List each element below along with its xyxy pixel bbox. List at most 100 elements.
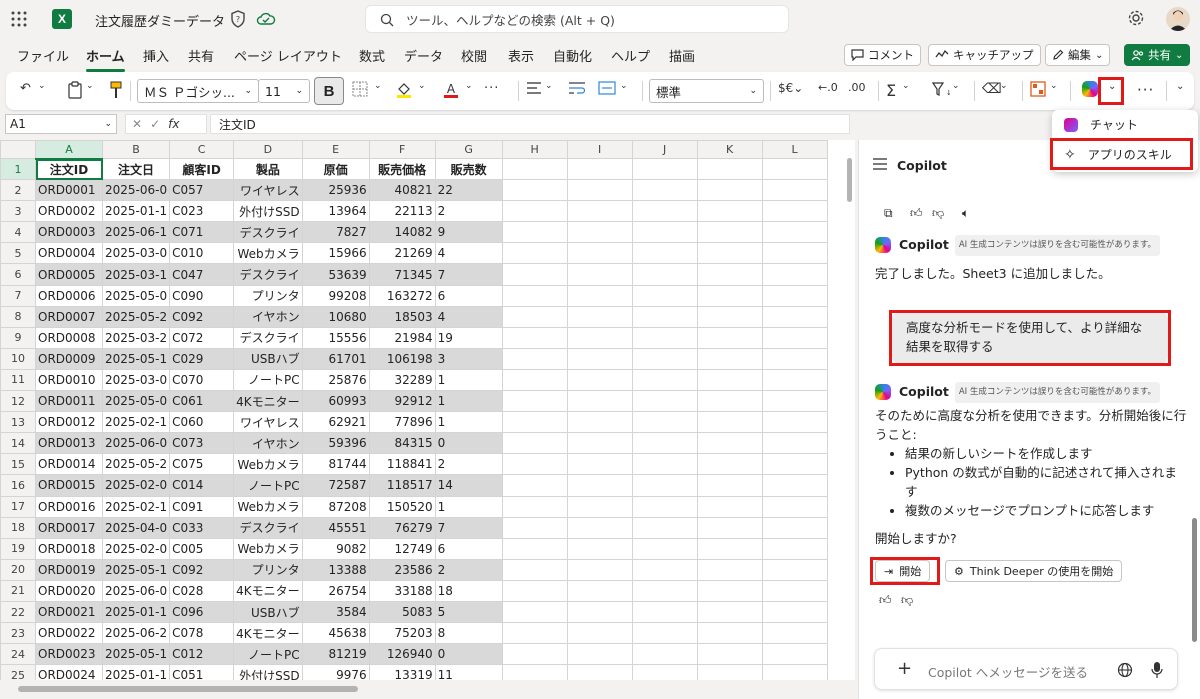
cell[interactable]: 15966 bbox=[301, 242, 370, 265]
cell[interactable] bbox=[501, 516, 568, 539]
cell[interactable]: USBハブ bbox=[233, 600, 303, 624]
cell[interactable] bbox=[696, 326, 763, 349]
name-box[interactable]: A1 ⌄ bbox=[5, 114, 117, 134]
cell[interactable]: C005 bbox=[169, 537, 235, 560]
autosum-chevron-icon[interactable]: ⌄ bbox=[902, 81, 910, 91]
cell[interactable] bbox=[696, 347, 763, 370]
cell[interactable]: Webカメラ bbox=[233, 495, 303, 518]
cell[interactable]: 2025-01-1 bbox=[101, 200, 171, 223]
conditional-format-icon[interactable] bbox=[1030, 81, 1046, 97]
cell[interactable] bbox=[501, 200, 568, 223]
cell[interactable]: 2025-05-1 bbox=[101, 643, 171, 666]
cell[interactable] bbox=[696, 263, 763, 286]
cell[interactable]: ORD0007 bbox=[35, 305, 103, 328]
cell[interactable] bbox=[696, 664, 763, 680]
copilot-message-input[interactable]: + Copilot へメッセージを送る bbox=[874, 648, 1178, 690]
row-header[interactable]: 1 bbox=[0, 157, 36, 181]
cell[interactable] bbox=[566, 390, 633, 413]
cell[interactable]: 注文ID bbox=[35, 157, 103, 181]
font-name-select[interactable]: ＭＳ Ｐゴシッ... ⌄ bbox=[137, 79, 259, 103]
cell[interactable] bbox=[566, 622, 633, 645]
cell[interactable] bbox=[696, 200, 763, 223]
cell[interactable]: 150520 bbox=[368, 495, 436, 518]
cell[interactable]: ORD0005 bbox=[35, 263, 103, 286]
cell[interactable]: C072 bbox=[169, 326, 235, 349]
cloud-saved-icon[interactable] bbox=[256, 10, 276, 28]
cell[interactable] bbox=[761, 326, 828, 349]
cell[interactable]: 45551 bbox=[301, 516, 370, 539]
cell[interactable]: 21269 bbox=[368, 242, 436, 265]
cell[interactable]: ORD0003 bbox=[35, 221, 103, 244]
cell[interactable]: 8 bbox=[434, 622, 503, 645]
thumbs-down-icon[interactable]: 👎︎ bbox=[901, 591, 913, 610]
cell[interactable] bbox=[631, 600, 698, 624]
cell[interactable]: 75203 bbox=[368, 622, 436, 645]
row-header[interactable]: 25 bbox=[0, 664, 36, 680]
column-header-j[interactable]: J bbox=[631, 140, 698, 159]
cell[interactable]: 11 bbox=[434, 664, 503, 680]
clear-chevron-icon[interactable]: ⌄ bbox=[1000, 81, 1008, 91]
cell[interactable]: 22113 bbox=[368, 200, 436, 223]
cell[interactable]: ORD0013 bbox=[35, 432, 103, 455]
thumbs-up-icon[interactable]: 👍︎ bbox=[910, 204, 923, 223]
column-header-h[interactable]: H bbox=[501, 140, 568, 159]
cell[interactable]: 2025-03-2 bbox=[101, 326, 171, 349]
cell[interactable] bbox=[566, 600, 633, 624]
borders-chevron-icon[interactable]: ⌄ bbox=[374, 81, 382, 91]
cell[interactable]: プリンタ bbox=[233, 558, 303, 581]
cell[interactable] bbox=[631, 516, 698, 539]
cell[interactable]: 53639 bbox=[301, 263, 370, 286]
row-header[interactable]: 8 bbox=[0, 305, 36, 328]
cell[interactable]: C071 bbox=[169, 221, 235, 244]
copy-icon[interactable]: ⧉ bbox=[884, 204, 893, 223]
cell[interactable] bbox=[566, 474, 633, 497]
cell[interactable] bbox=[566, 263, 633, 286]
cell[interactable] bbox=[761, 600, 828, 624]
cell[interactable] bbox=[501, 221, 568, 244]
app-launcher-icon[interactable] bbox=[10, 10, 28, 28]
cell[interactable]: 7 bbox=[434, 516, 503, 539]
cell[interactable]: 18503 bbox=[368, 305, 436, 328]
more-options-icon[interactable]: ··· bbox=[1137, 81, 1154, 99]
cell[interactable] bbox=[566, 221, 633, 244]
cell[interactable] bbox=[566, 368, 633, 392]
cell[interactable] bbox=[696, 157, 763, 181]
cell[interactable] bbox=[501, 453, 568, 476]
sort-filter-icon[interactable]: ↓ bbox=[932, 81, 950, 97]
cell[interactable] bbox=[696, 242, 763, 265]
cell[interactable] bbox=[566, 305, 633, 328]
cell[interactable]: 84315 bbox=[368, 432, 436, 455]
edit-mode-button[interactable]: 編集 ⌄ bbox=[1045, 44, 1111, 66]
cell[interactable]: 2025-03-0 bbox=[101, 368, 171, 392]
cell[interactable]: プリンタ bbox=[233, 284, 303, 307]
cell[interactable]: ORD0017 bbox=[35, 516, 103, 539]
cell[interactable] bbox=[501, 390, 568, 413]
merge-cells-icon[interactable] bbox=[598, 81, 616, 95]
hamburger-menu-icon[interactable] bbox=[872, 158, 888, 170]
cell[interactable]: 外付けSSD bbox=[233, 200, 303, 223]
row-header[interactable]: 23 bbox=[0, 622, 36, 645]
cell[interactable]: 15556 bbox=[301, 326, 370, 349]
microphone-icon[interactable] bbox=[1151, 661, 1163, 679]
cell[interactable]: 2025-06-2 bbox=[101, 622, 171, 645]
insert-function-icon[interactable]: fx bbox=[168, 117, 179, 131]
row-header[interactable]: 6 bbox=[0, 263, 36, 286]
cell[interactable]: 72587 bbox=[301, 474, 370, 497]
cell[interactable]: 2025-01-1 bbox=[101, 664, 171, 680]
cell[interactable]: 25936 bbox=[301, 179, 370, 202]
cell[interactable] bbox=[761, 263, 828, 286]
cell[interactable] bbox=[566, 558, 633, 581]
cell[interactable]: 19 bbox=[434, 326, 503, 349]
document-title[interactable]: 注文履歴ダミーデータ bbox=[95, 11, 225, 30]
cell[interactable]: 81219 bbox=[301, 643, 370, 666]
row-header[interactable]: 5 bbox=[0, 242, 36, 265]
cell[interactable]: C033 bbox=[169, 516, 235, 539]
cell[interactable] bbox=[631, 453, 698, 476]
cell[interactable] bbox=[566, 411, 633, 434]
cell[interactable] bbox=[501, 495, 568, 518]
bold-button[interactable]: B bbox=[314, 77, 344, 105]
row-header[interactable]: 22 bbox=[0, 600, 36, 624]
cell[interactable]: C060 bbox=[169, 411, 235, 434]
cell[interactable] bbox=[761, 495, 828, 518]
cell[interactable] bbox=[566, 579, 633, 602]
